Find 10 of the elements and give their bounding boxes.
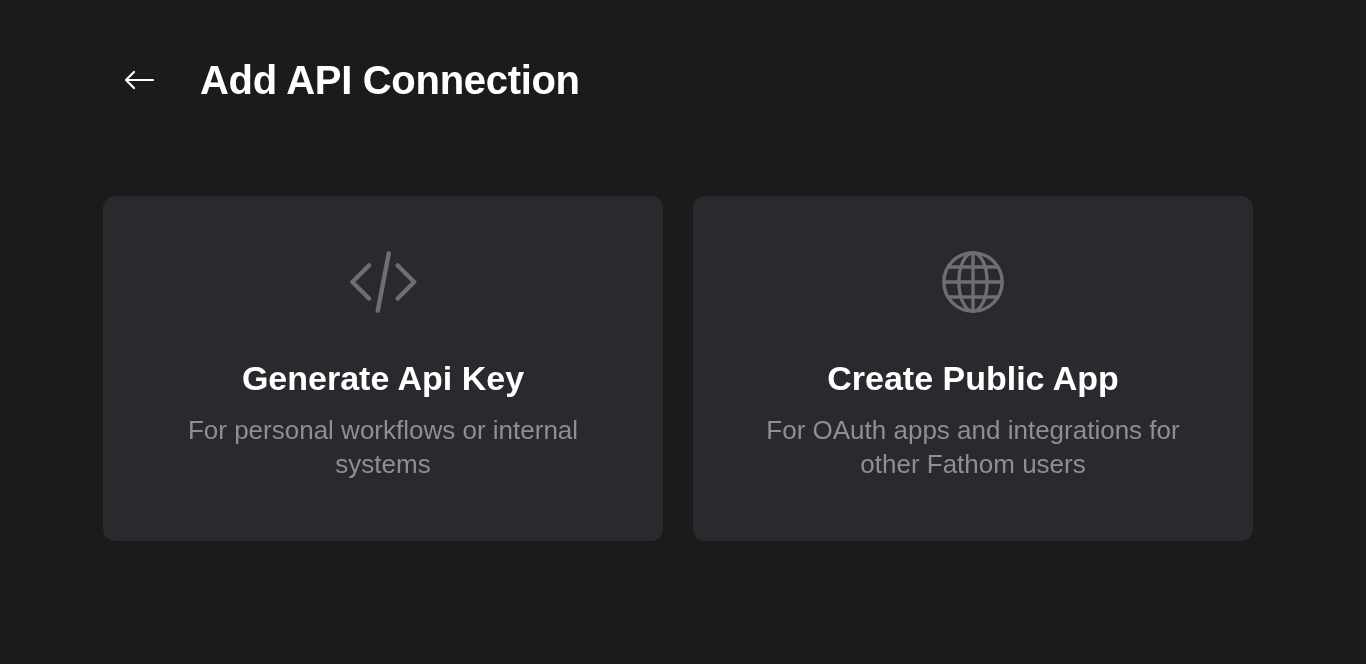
back-arrow-icon[interactable]	[124, 70, 154, 90]
page-title: Add API Connection	[200, 57, 580, 104]
option-description: For personal workflows or internal systems	[186, 414, 580, 481]
option-card[interactable]: Create Public App For OAuth apps and integrations for other Fathom users	[693, 196, 1253, 541]
code-icon	[347, 250, 419, 314]
option-title: Create Public App	[827, 358, 1119, 398]
option-title: Generate Api Key	[241, 358, 525, 398]
option-description: For OAuth apps and integrations for other Fathom users	[765, 414, 1181, 481]
globe-icon	[941, 250, 1005, 314]
option-card[interactable]: Generate Api Key For personal workflows or internal systems	[103, 196, 663, 541]
